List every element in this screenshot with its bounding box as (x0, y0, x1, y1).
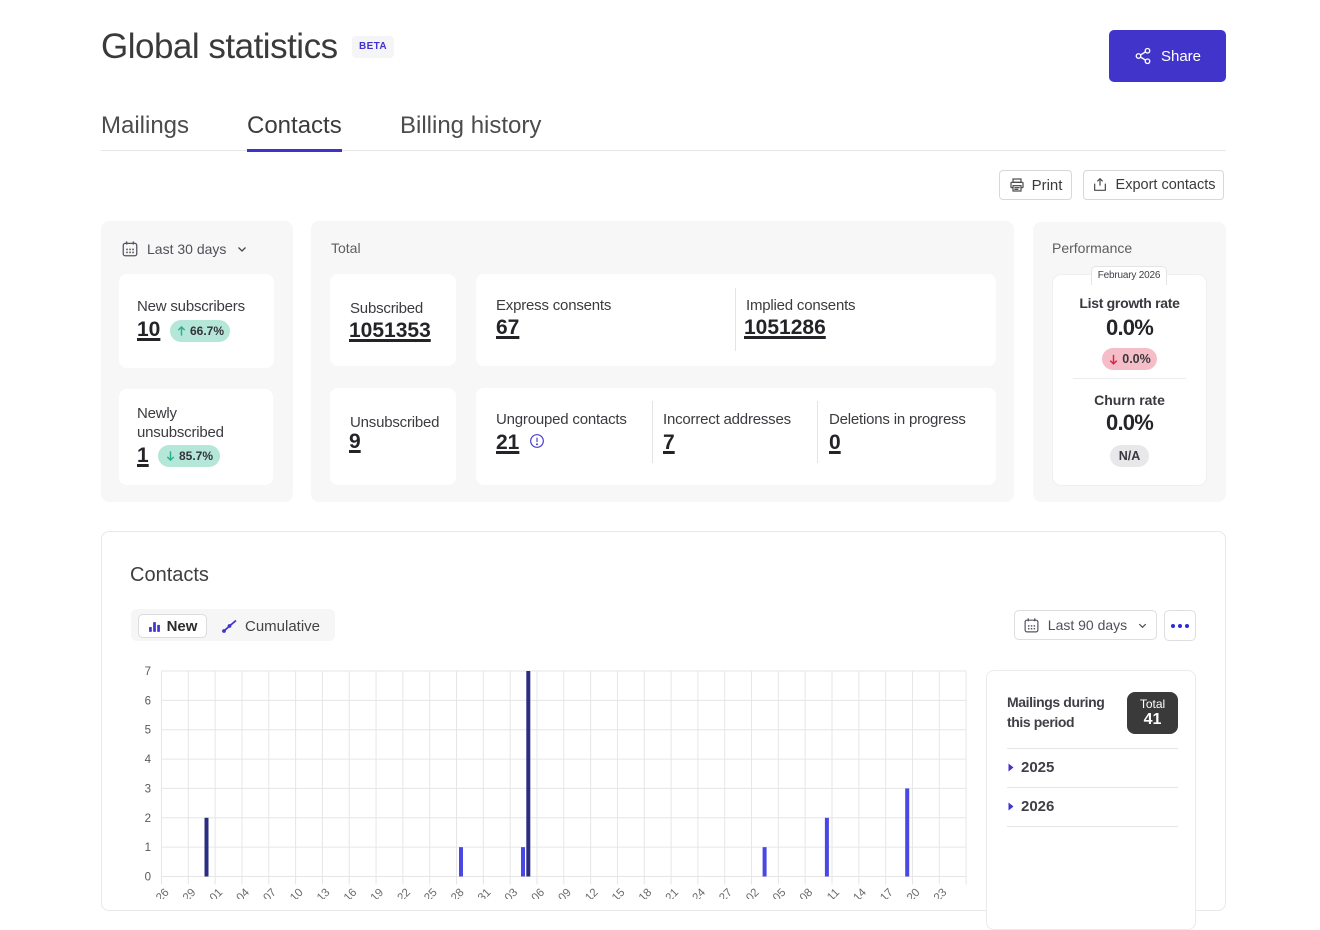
svg-text:31: 31 (476, 887, 494, 899)
svg-text:05: 05 (771, 887, 789, 899)
svg-text:07: 07 (261, 887, 279, 899)
svg-text:21: 21 (664, 887, 682, 899)
svg-text:06: 06 (530, 887, 548, 899)
svg-text:5: 5 (145, 725, 151, 737)
svg-text:20: 20 (905, 887, 923, 899)
svg-text:28: 28 (449, 887, 467, 899)
svg-text:22: 22 (395, 887, 413, 899)
svg-text:15: 15 (610, 887, 628, 899)
svg-text:19: 19 (369, 887, 387, 899)
svg-text:09: 09 (556, 887, 574, 899)
svg-text:18: 18 (637, 887, 655, 899)
svg-text:04: 04 (235, 886, 253, 899)
svg-text:4: 4 (145, 754, 152, 766)
svg-text:13: 13 (315, 887, 333, 899)
svg-text:14: 14 (851, 886, 869, 899)
svg-text:3: 3 (145, 783, 151, 795)
svg-text:1: 1 (145, 842, 151, 854)
svg-text:10: 10 (288, 887, 306, 899)
svg-text:7: 7 (145, 666, 151, 678)
svg-text:17: 17 (878, 887, 896, 899)
svg-text:2: 2 (145, 813, 151, 825)
svg-text:02: 02 (744, 887, 762, 899)
svg-text:16: 16 (342, 887, 360, 899)
svg-text:01: 01 (208, 887, 226, 899)
svg-text:6: 6 (145, 695, 151, 707)
svg-text:26: 26 (154, 887, 172, 899)
svg-text:12: 12 (583, 887, 601, 899)
svg-text:0: 0 (145, 872, 151, 884)
svg-text:25: 25 (422, 887, 440, 899)
svg-text:08: 08 (798, 887, 816, 899)
svg-text:29: 29 (181, 887, 199, 899)
svg-text:24: 24 (690, 886, 708, 899)
svg-text:27: 27 (717, 887, 735, 899)
svg-text:03: 03 (503, 887, 521, 899)
svg-text:11: 11 (825, 887, 842, 899)
svg-text:23: 23 (932, 887, 950, 899)
